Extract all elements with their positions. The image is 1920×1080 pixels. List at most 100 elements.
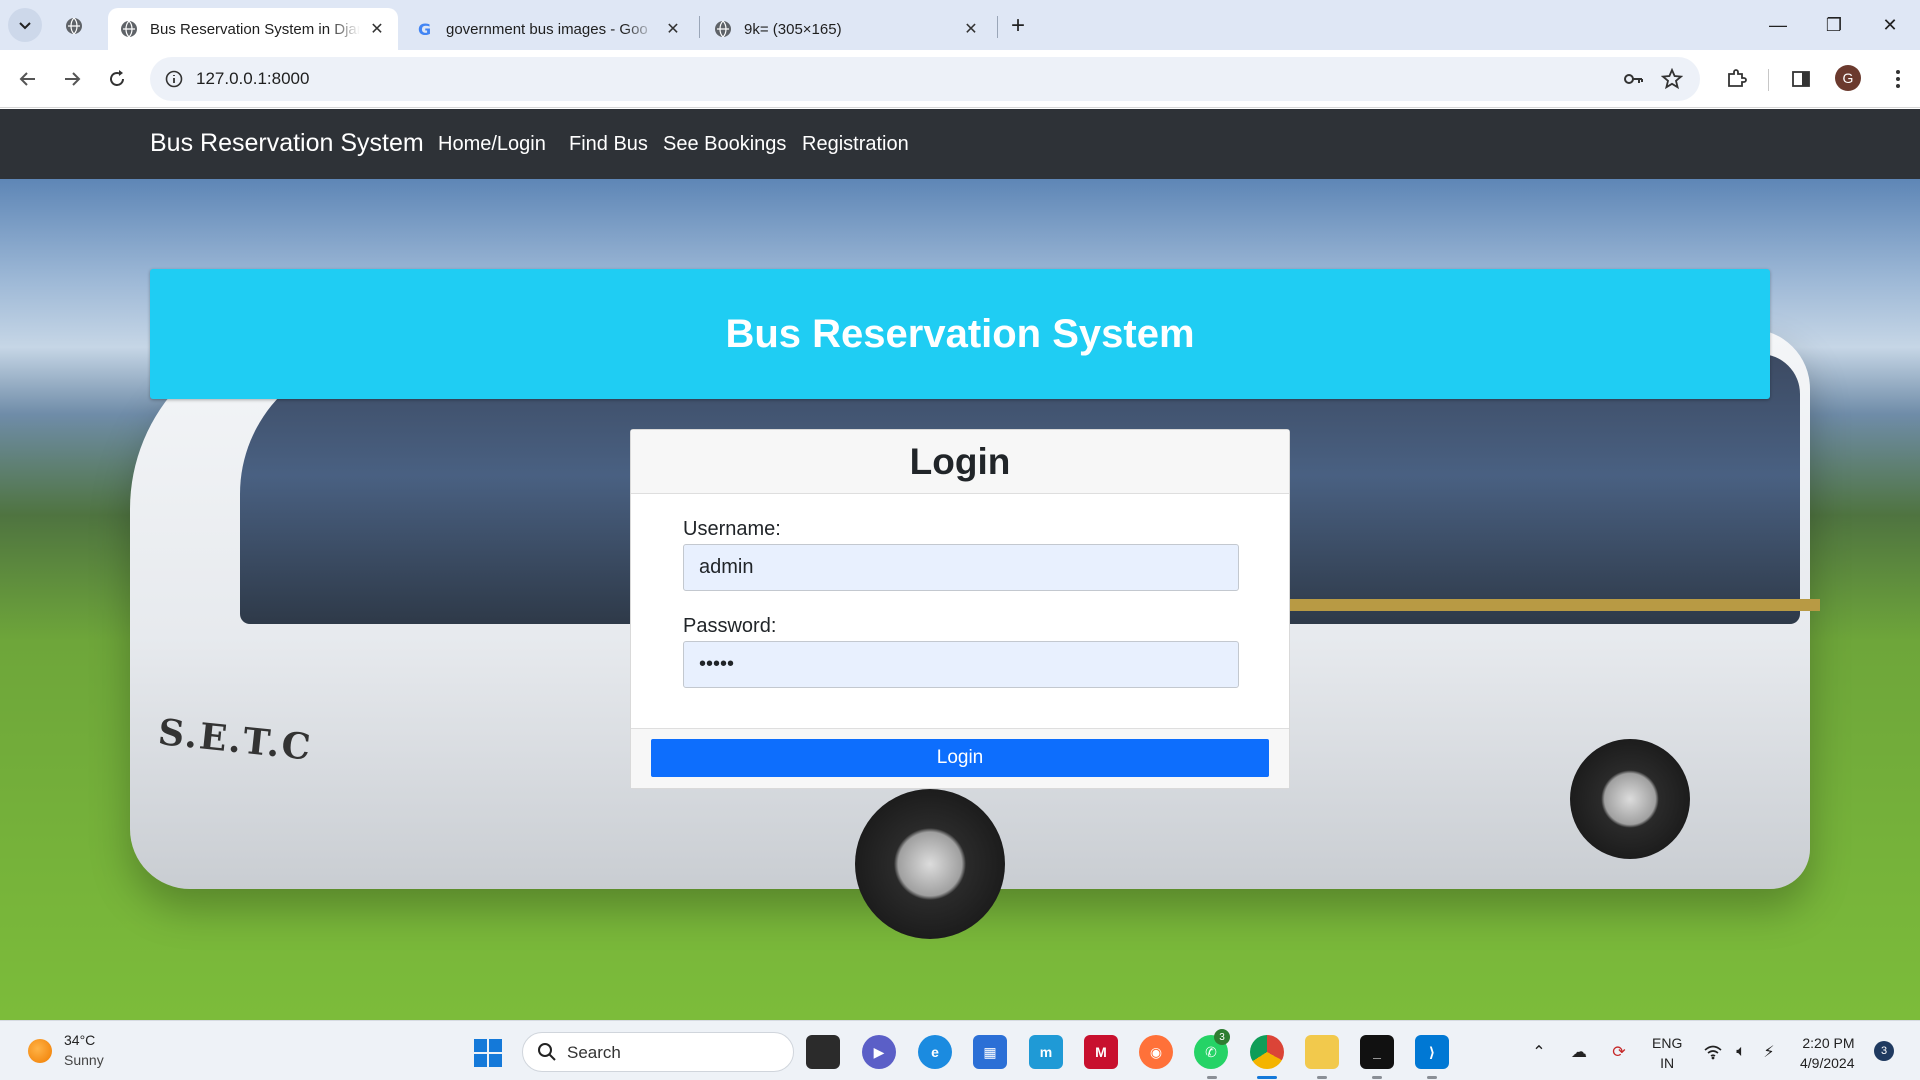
system-clock[interactable]: 2:20 PM 4/9/2024 <box>1800 1033 1855 1073</box>
task-view-icon[interactable] <box>806 1035 840 1069</box>
url-text: 127.0.0.1:8000 <box>196 69 310 88</box>
chevron-down-icon <box>19 22 31 30</box>
battery-icon[interactable]: ⚡ <box>1756 1039 1782 1065</box>
windows-start-icon[interactable] <box>474 1039 502 1067</box>
forward-button[interactable] <box>54 61 90 97</box>
explorer-running-indicator <box>1317 1076 1327 1079</box>
whatsapp-running-indicator <box>1207 1076 1217 1079</box>
terminal-icon[interactable]: _ <box>1360 1035 1394 1069</box>
tab-title: government bus images - Goo <box>446 20 648 38</box>
site-banner: Bus Reservation System <box>150 269 1770 399</box>
terminal-running-indicator <box>1372 1076 1382 1079</box>
nav-find-bus[interactable]: Find Bus <box>569 133 648 156</box>
login-card-footer: Login <box>631 728 1289 788</box>
login-card-header: Login <box>631 430 1289 494</box>
volume-icon[interactable]: 🔈︎ <box>1728 1039 1754 1065</box>
language-code: ENG <box>1652 1035 1683 1051</box>
pinned-tab[interactable] <box>58 10 90 42</box>
login-button[interactable]: Login <box>651 739 1269 777</box>
weather-description[interactable]: Sunny <box>64 1052 104 1068</box>
nav-see-bookings[interactable]: See Bookings <box>663 133 786 156</box>
login-card: Login Username: admin Password: ••••• Lo… <box>630 429 1290 789</box>
chevron-up-icon[interactable]: ⌃ <box>1526 1039 1552 1065</box>
globe-icon <box>66 17 82 35</box>
plus-icon: + <box>1010 12 1025 39</box>
whatsapp-badge: 3 <box>1214 1029 1230 1045</box>
language-indicator[interactable]: ENG IN <box>1652 1033 1682 1073</box>
weather-temperature[interactable]: 34°C <box>64 1032 95 1048</box>
more-vertical-icon <box>1896 70 1900 88</box>
side-panel-icon <box>1792 71 1810 87</box>
password-input[interactable]: ••••• <box>683 641 1239 688</box>
windows-taskbar: 34°C Sunny Search ▶ e ▦ m M ◉ ✆ 3 _ ⟩ ⌃ … <box>0 1020 1920 1080</box>
browser-toolbar: 127.0.0.1:8000 <box>0 50 1920 108</box>
bus-rear-wheel <box>1570 739 1690 859</box>
chrome-icon[interactable] <box>1250 1035 1284 1069</box>
close-tab-icon[interactable]: ✕ <box>366 18 388 40</box>
minimize-button[interactable]: — <box>1750 0 1806 50</box>
sync-alert-icon[interactable]: ⟳ <box>1606 1039 1632 1065</box>
vscode-icon[interactable]: ⟩ <box>1415 1035 1449 1069</box>
notification-badge[interactable]: 3 <box>1874 1041 1894 1061</box>
region-code: IN <box>1660 1055 1675 1071</box>
teams-meet-icon[interactable]: ▶ <box>862 1035 896 1069</box>
password-key-icon[interactable] <box>1619 65 1647 93</box>
back-button[interactable] <box>10 61 46 97</box>
navbar-brand[interactable]: Bus Reservation System <box>150 129 424 158</box>
clock-time: 2:20 PM <box>1802 1035 1855 1051</box>
tab-separator <box>699 16 700 38</box>
google-icon: G <box>418 20 431 38</box>
close-tab-icon[interactable]: ✕ <box>960 18 982 40</box>
address-bar[interactable]: 127.0.0.1:8000 <box>150 57 1700 101</box>
reload-icon <box>110 70 124 86</box>
bus-front-wheel <box>855 789 1005 939</box>
nav-home-login[interactable]: Home/Login <box>438 133 546 156</box>
browser-tab-strip: Bus Reservation System in Djan ✕ G gover… <box>0 0 1920 50</box>
firefox-icon[interactable]: ◉ <box>1139 1035 1173 1069</box>
wifi-icon[interactable] <box>1700 1039 1726 1065</box>
tab-separator <box>997 16 998 38</box>
tab-image[interactable]: 9k= (305×165) ✕ <box>702 8 992 50</box>
toolbar-separator <box>1768 69 1769 91</box>
reload-button[interactable] <box>99 61 135 97</box>
edge-icon[interactable]: e <box>918 1035 952 1069</box>
bus-background-image: S.E.T.C Bus Reservation System Login Use… <box>0 179 1920 1020</box>
login-title: Login <box>909 440 1011 482</box>
bookmark-star-icon[interactable] <box>1658 65 1686 93</box>
close-tab-icon[interactable]: ✕ <box>662 18 684 40</box>
password-label: Password: <box>683 615 777 637</box>
tab-google-images[interactable]: G government bus images - Goo ✕ <box>404 8 694 50</box>
arrow-left-icon <box>19 72 35 86</box>
microsoft-store-icon[interactable]: ▦ <box>973 1035 1007 1069</box>
puzzle-icon <box>1728 69 1747 87</box>
weather-sun-icon[interactable] <box>28 1039 52 1063</box>
username-input[interactable]: admin <box>683 544 1239 591</box>
site-navbar: Bus Reservation System Home/Login Find B… <box>0 109 1920 179</box>
mylio-icon[interactable]: m <box>1029 1035 1063 1069</box>
nav-registration[interactable]: Registration <box>802 133 909 156</box>
search-placeholder: Search <box>567 1043 621 1062</box>
banner-title: Bus Reservation System <box>725 311 1195 356</box>
profile-avatar[interactable]: G <box>1835 65 1861 91</box>
tab-bus-reservation[interactable]: Bus Reservation System in Djan ✕ <box>108 8 398 50</box>
close-window-button[interactable]: ✕ <box>1862 0 1918 50</box>
taskbar-search[interactable]: Search <box>522 1032 794 1072</box>
close-icon: ✕ <box>1882 14 1898 35</box>
menu-button[interactable] <box>1880 61 1916 97</box>
web-page: Bus Reservation System Home/Login Find B… <box>0 109 1920 1020</box>
site-info-icon[interactable] <box>160 65 188 93</box>
cloud-sync-icon[interactable]: ☁ <box>1566 1039 1592 1065</box>
tab-title: 9k= (305×165) <box>744 20 842 38</box>
side-panel-button[interactable] <box>1783 61 1819 97</box>
tab-search-button[interactable] <box>8 8 42 42</box>
mcafee-icon[interactable]: M <box>1084 1035 1118 1069</box>
new-tab-button[interactable]: + <box>1002 10 1034 42</box>
arrow-right-icon <box>65 72 81 86</box>
globe-icon <box>715 20 731 38</box>
username-label: Username: <box>683 518 781 540</box>
extensions-button[interactable] <box>1718 61 1754 97</box>
restore-button[interactable]: ❐ <box>1806 0 1862 50</box>
restore-icon: ❐ <box>1825 14 1843 35</box>
file-explorer-icon[interactable] <box>1305 1035 1339 1069</box>
svg-text:G: G <box>418 20 431 38</box>
